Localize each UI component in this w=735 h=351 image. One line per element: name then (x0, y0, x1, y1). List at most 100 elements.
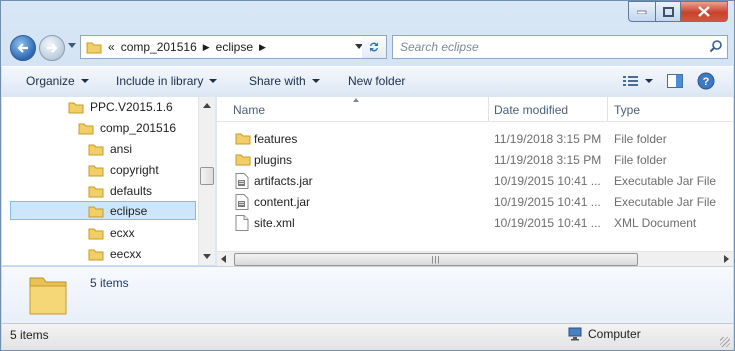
file-name: site.xml (254, 216, 295, 230)
back-button[interactable] (10, 35, 36, 61)
column-divider[interactable] (607, 97, 608, 121)
file-date: 10/19/2015 10:41 ... (494, 195, 601, 209)
status-item-count: 5 items (10, 328, 49, 342)
search-placeholder: Search eclipse (400, 40, 479, 54)
scroll-right-icon[interactable] (724, 255, 729, 263)
file-type: File folder (614, 153, 667, 167)
tree-item-eecxx[interactable]: eecxx (88, 244, 141, 263)
minimize-icon (637, 10, 647, 14)
search-icon[interactable] (709, 39, 723, 53)
include-in-library-label: Include in library (116, 74, 204, 88)
details-item-count: 5 items (90, 276, 129, 290)
jar-file-icon (235, 194, 249, 210)
tree-item-ansi[interactable]: ansi (88, 139, 132, 158)
folder-icon (78, 123, 94, 134)
file-date: 10/19/2015 10:41 ... (494, 216, 601, 230)
tree-item-label: defaults (110, 183, 153, 198)
new-folder-button[interactable]: New folder (348, 74, 405, 88)
search-box[interactable]: Search eclipse (392, 35, 728, 59)
maximize-icon (662, 6, 674, 17)
scroll-up-icon[interactable] (203, 103, 211, 108)
column-name[interactable]: Name (233, 103, 265, 117)
window-controls (628, 1, 728, 22)
file-row[interactable]: plugins 11/19/2018 3:15 PM File folder (217, 149, 733, 170)
view-details-icon (623, 76, 638, 86)
file-row[interactable]: site.xml 10/19/2015 10:41 ... XML Docume… (217, 212, 733, 233)
details-pane: 5 items (2, 266, 733, 323)
maximize-button[interactable] (656, 1, 681, 22)
view-controls: ? (623, 72, 715, 90)
file-type: Executable Jar File (614, 174, 717, 188)
scroll-left-icon[interactable] (221, 255, 226, 263)
help-icon[interactable]: ? (697, 72, 715, 90)
resize-grip[interactable] (720, 337, 730, 347)
file-name: features (254, 132, 298, 146)
breadcrumb-comp[interactable]: comp_201516 (121, 40, 197, 54)
column-type[interactable]: Type (614, 103, 640, 117)
jar-file-icon (235, 173, 249, 189)
tree-item-copyright[interactable]: copyright (88, 160, 159, 179)
command-bar: Organize Include in library Share with N… (2, 66, 733, 98)
folder-icon (68, 102, 84, 113)
scroll-down-icon[interactable] (203, 254, 211, 259)
refresh-icon (370, 42, 378, 52)
recent-pages-dropdown[interactable] (68, 43, 76, 48)
computer-icon (568, 327, 582, 341)
tree-item-ppc[interactable]: PPC.V2015.1.6 (68, 97, 173, 116)
tree-item-comp[interactable]: comp_201516 (78, 118, 176, 137)
close-button[interactable] (681, 1, 728, 22)
tree-item-eclipse[interactable]: eclipse (10, 201, 196, 220)
tree-item-label: PPC.V2015.1.6 (90, 99, 173, 114)
address-bar[interactable]: « comp_201516 ▶ eclipse ▶ (80, 35, 370, 59)
tree-item-label: ansi (110, 141, 133, 156)
folder-icon (88, 144, 104, 155)
breadcrumb-separator-icon[interactable]: ▶ (259, 42, 266, 53)
folder-icon (86, 42, 102, 54)
breadcrumb-eclipse[interactable]: eclipse (216, 40, 253, 54)
scrollbar-thumb[interactable]: ||| (234, 253, 638, 266)
breadcrumb-separator-icon[interactable]: ▶ (203, 42, 210, 53)
navigation-pane: PPC.V2015.1.6 comp_201516 ansi copyright… (2, 97, 198, 265)
column-headers: Name Date modified Type (217, 97, 733, 122)
chevron-down-icon (209, 79, 218, 83)
tree-item-label: copyright (110, 162, 159, 177)
column-date-modified[interactable]: Date modified (494, 103, 568, 117)
chevron-down-icon (311, 79, 320, 83)
horizontal-scrollbar[interactable]: ||| (217, 251, 733, 266)
forward-arrow-icon (47, 43, 58, 53)
scrollbar-thumb[interactable] (200, 167, 214, 185)
file-name: artifacts.jar (254, 174, 313, 188)
column-divider[interactable] (488, 97, 489, 121)
breadcrumb-overflow[interactable]: « (108, 40, 115, 54)
minimize-button[interactable] (628, 1, 656, 22)
organize-label: Organize (26, 74, 75, 88)
svg-text:?: ? (703, 76, 710, 88)
tree-item-defaults[interactable]: defaults (88, 181, 152, 200)
tree-scrollbar[interactable] (198, 97, 215, 265)
file-list: Name Date modified Type features 11/19/2… (217, 97, 733, 251)
change-view-button[interactable] (623, 75, 653, 87)
file-type: Executable Jar File (614, 195, 717, 209)
folder-icon (88, 165, 104, 176)
file-row[interactable]: artifacts.jar 10/19/2015 10:41 ... Execu… (217, 170, 733, 191)
file-row[interactable]: content.jar 10/19/2015 10:41 ... Executa… (217, 191, 733, 212)
file-row[interactable]: features 11/19/2018 3:15 PM File folder (217, 128, 733, 149)
preview-pane-icon[interactable] (667, 74, 683, 88)
include-in-library-menu[interactable]: Include in library (116, 74, 218, 88)
file-name: content.jar (254, 195, 311, 209)
organize-menu[interactable]: Organize (26, 74, 89, 88)
refresh-button[interactable] (362, 35, 387, 59)
file-name: plugins (254, 153, 293, 167)
file-date: 11/19/2018 3:15 PM (494, 153, 602, 167)
share-with-menu[interactable]: Share with (249, 74, 320, 88)
forward-button[interactable] (39, 35, 65, 61)
tree-item-label: eclipse (110, 203, 148, 218)
status-bar: 5 items Computer (2, 323, 733, 350)
folder-icon (29, 277, 67, 315)
file-type: File folder (614, 132, 667, 146)
navigation-bar: « comp_201516 ▶ eclipse ▶ Search eclipse (10, 33, 728, 61)
folder-icon (88, 206, 104, 217)
tree-item-ecxx[interactable]: ecxx (88, 223, 135, 242)
folder-icon (235, 154, 251, 166)
folder-icon (88, 249, 104, 260)
